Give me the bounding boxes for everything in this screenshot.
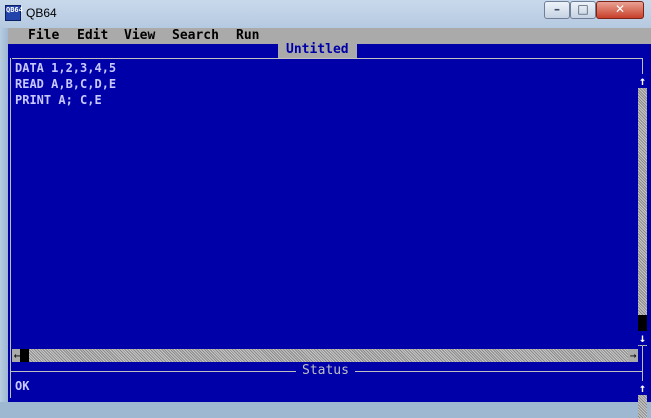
editor-frame-top	[12, 58, 642, 59]
qb64-app-icon[interactable]: QB64	[5, 5, 23, 21]
scroll-down-arrow-icon[interactable]: ↓	[638, 331, 647, 345]
vertical-scrollbar-track[interactable]	[638, 76, 647, 346]
window-titlebar: QB64 QB64 – □ ✕	[0, 0, 651, 28]
editor-frame-left	[10, 58, 11, 398]
minimize-button[interactable]: –	[544, 1, 570, 19]
menu-run[interactable]: Run	[236, 28, 259, 44]
menu-file[interactable]: File	[28, 28, 59, 44]
code-editor[interactable]: Untitled DATA 1,2,3,4,5 READ A,B,C,D,E P…	[10, 42, 650, 418]
maximize-button[interactable]: □	[570, 1, 596, 19]
app-icon-label: QB64	[6, 6, 23, 14]
menu-edit[interactable]: Edit	[77, 28, 108, 44]
document-title: Untitled	[278, 42, 357, 58]
close-button[interactable]: ✕	[596, 1, 644, 19]
window-title: QB64	[26, 6, 57, 20]
horizontal-scrollbar-track[interactable]	[28, 349, 636, 362]
status-scrollbar-track[interactable]	[638, 395, 647, 418]
status-scroll-up-arrow-icon[interactable]: ↑	[638, 381, 647, 395]
qb64-ide: File Edit View Search Run Untitled DATA …	[8, 28, 651, 418]
code-line[interactable]: PRINT A; C,E	[15, 92, 102, 108]
menu-view[interactable]: View	[124, 28, 155, 44]
window-left-border	[0, 28, 8, 402]
status-title: Status	[296, 363, 355, 379]
code-line[interactable]: DATA 1,2,3,4,5	[15, 60, 116, 76]
vertical-scrollbar-thumb[interactable]	[638, 315, 647, 331]
horizontal-scrollbar-thumb[interactable]	[20, 349, 29, 362]
status-message: OK	[15, 379, 30, 393]
scroll-up-arrow-icon[interactable]: ↑	[638, 74, 647, 88]
menu-search[interactable]: Search	[172, 28, 219, 44]
code-line[interactable]: READ A,B,C,D,E	[15, 76, 116, 92]
scroll-right-arrow-icon[interactable]: →	[628, 349, 638, 362]
